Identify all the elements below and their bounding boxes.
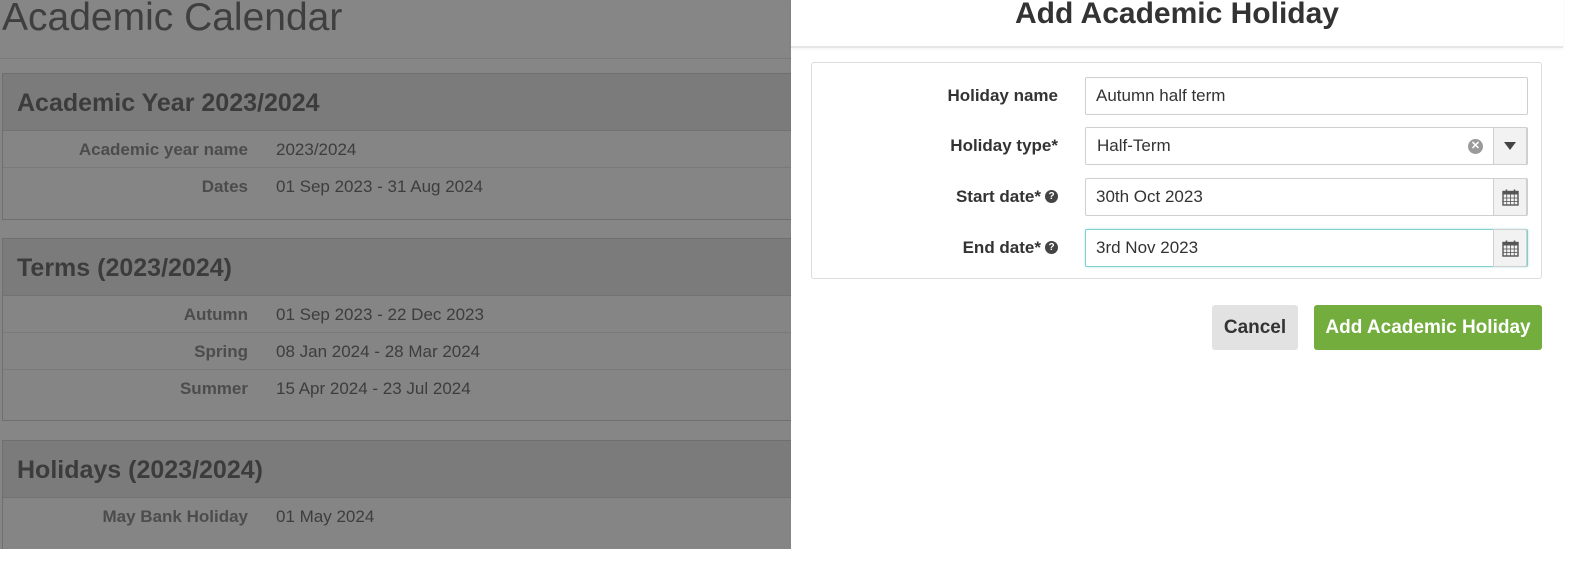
modal-title: Add Academic Holiday: [1015, 0, 1339, 30]
dropdown-toggle-button[interactable]: [1493, 127, 1527, 165]
holiday-name-label: Holiday name: [947, 86, 1058, 105]
help-icon[interactable]: ?: [1045, 241, 1058, 255]
start-date-label-wrap: Start date*?: [956, 178, 1058, 216]
page-title: Academic Calendar: [2, 0, 343, 39]
detail-row: Autumn 01 Sep 2023 - 22 Dec 2023: [3, 296, 791, 333]
detail-value: 15 Apr 2024 - 23 Jul 2024: [276, 379, 471, 398]
calendar-icon: [1501, 189, 1519, 206]
terms-panel: Terms (2023/2024) Autumn 01 Sep 2023 - 2…: [2, 238, 791, 421]
detail-row: Dates 01 Sep 2023 - 31 Aug 2024: [3, 168, 791, 205]
academic-year-panel: Academic Year 2023/2024 Academic year na…: [2, 73, 791, 220]
end-date-field-wrapper: [1085, 229, 1528, 267]
detail-row: Summer 15 Apr 2024 - 23 Jul 2024: [3, 370, 791, 407]
start-date-calendar-button[interactable]: [1493, 178, 1527, 216]
detail-row: Spring 08 Jan 2024 - 28 Mar 2024: [3, 333, 791, 370]
detail-value: 08 Jan 2024 - 28 Mar 2024: [276, 342, 481, 361]
detail-label: May Bank Holiday: [102, 507, 249, 526]
background-page: Academic Calendar Academic Year 2023/202…: [0, 0, 791, 549]
end-date-label-wrap: End date*?: [963, 229, 1058, 267]
detail-value: 01 Sep 2023 - 31 Aug 2024: [276, 177, 484, 196]
detail-value: 2023/2024: [276, 140, 357, 159]
holiday-type-value: Half-Term: [1097, 136, 1171, 155]
holidays-panel: Holidays (2023/2024) May Bank Holiday 01…: [2, 440, 791, 549]
detail-label: Autumn: [183, 305, 248, 324]
detail-row: May Bank Holiday 01 May 2024: [3, 498, 791, 535]
calendar-icon: [1501, 240, 1519, 257]
detail-label: Spring: [194, 342, 248, 361]
add-academic-holiday-button[interactable]: Add Academic Holiday: [1314, 305, 1542, 350]
start-date-label: Start date*: [955, 187, 1041, 206]
holiday-name-row: Holiday name: [812, 77, 1541, 115]
clear-selection-icon[interactable]: ✕: [1468, 139, 1483, 154]
detail-label: Summer: [179, 379, 248, 398]
end-date-row: End date*?: [812, 229, 1541, 267]
end-date-calendar-button[interactable]: [1493, 229, 1527, 267]
end-date-input[interactable]: [1096, 230, 1486, 266]
help-icon[interactable]: ?: [1045, 190, 1058, 204]
detail-label: Dates: [201, 177, 248, 196]
detail-value: 01 May 2024: [276, 507, 375, 526]
start-date-row: Start date*?: [812, 178, 1541, 216]
holiday-name-input[interactable]: [1096, 78, 1486, 114]
detail-row: Academic year name 2023/2024: [3, 131, 791, 168]
start-date-field-wrapper: [1085, 178, 1528, 216]
holiday-name-field-wrapper: [1085, 77, 1528, 115]
holiday-form: Holiday name Holiday type* Half-Term ✕ S…: [811, 62, 1542, 279]
caret-down-icon: [1504, 142, 1516, 150]
panel-heading: Terms (2023/2024): [3, 239, 791, 296]
detail-value: 01 Sep 2023 - 22 Dec 2023: [276, 305, 484, 324]
modal-header: Add Academic Holiday: [791, 0, 1563, 48]
end-date-label: End date*: [962, 238, 1041, 257]
start-date-input[interactable]: [1096, 179, 1486, 215]
cancel-button[interactable]: Cancel: [1212, 305, 1298, 350]
panel-heading: Academic Year 2023/2024: [3, 74, 791, 131]
title-divider: [0, 58, 791, 59]
detail-label: Academic year name: [78, 140, 248, 159]
panel-heading: Holidays (2023/2024): [3, 441, 791, 498]
add-holiday-modal: Add Academic Holiday Holiday name Holida…: [791, 0, 1580, 568]
holiday-type-row: Holiday type* Half-Term ✕: [812, 127, 1541, 165]
holiday-type-select[interactable]: Half-Term ✕: [1085, 127, 1528, 165]
holiday-type-label: Holiday type*: [950, 136, 1058, 155]
